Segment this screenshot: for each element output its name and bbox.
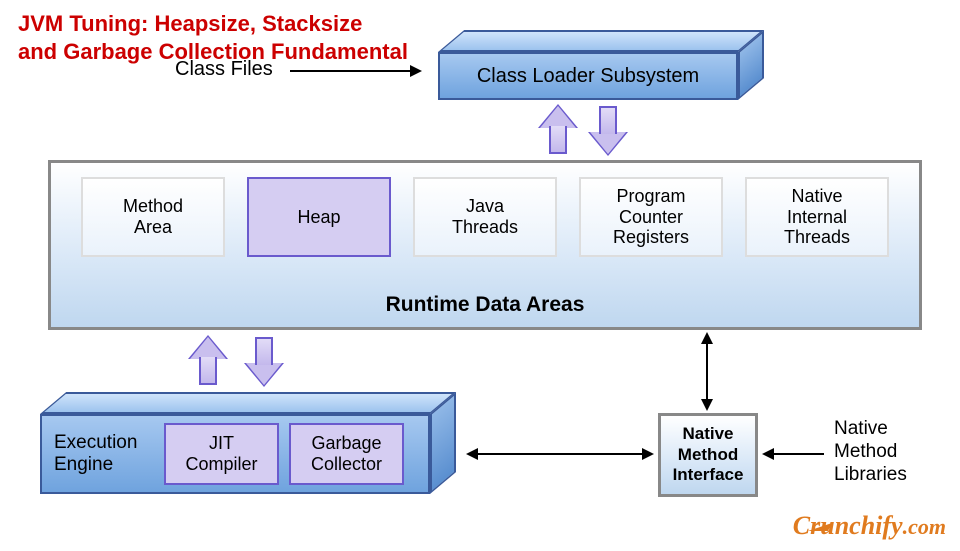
rda-heap: Heap <box>247 177 391 257</box>
execution-engine-label: Execution Engine <box>54 432 154 476</box>
rda-boxes-row: Method Area Heap Java Threads Program Co… <box>81 177 889 257</box>
class-loader-block: Class Loader Subsystem <box>438 30 764 100</box>
rda-java-threads: Java Threads <box>413 177 557 257</box>
fatarrow-rda-to-exec <box>246 337 282 385</box>
native-method-interface-box: Native Method Interface <box>658 413 758 497</box>
arrow-classfiles-to-loader <box>290 70 420 72</box>
brand-logo: Crunchify.com <box>793 511 946 541</box>
brand-name: Crunchify <box>793 511 903 540</box>
arrow-nml-to-nmi <box>764 453 824 455</box>
jit-compiler-box: JIT Compiler <box>164 423 279 485</box>
class-files-label: Class Files <box>175 57 273 81</box>
runtime-data-areas-panel: Method Area Heap Java Threads Program Co… <box>48 160 922 330</box>
fatarrow-exec-to-rda <box>190 337 226 385</box>
rda-title: Runtime Data Areas <box>51 293 919 317</box>
rda-pc-registers: Program Counter Registers <box>579 177 723 257</box>
title-line1: JVM Tuning: Heapsize, Stacksize <box>18 11 362 36</box>
garbage-collector-box: Garbage Collector <box>289 423 404 485</box>
arrow-exec-nmi <box>468 453 652 455</box>
rda-method-area: Method Area <box>81 177 225 257</box>
native-method-libraries-label: Native Method Libraries <box>834 418 907 486</box>
brand-suffix: .com <box>903 514 946 539</box>
rda-native-threads: Native Internal Threads <box>745 177 889 257</box>
class-loader-label: Class Loader Subsystem <box>477 65 699 88</box>
fatarrow-rda-to-loader <box>540 106 576 154</box>
fatarrow-loader-to-rda <box>590 106 626 154</box>
arrow-rda-nmi <box>706 334 708 409</box>
execution-engine-block: Execution Engine JIT Compiler Garbage Co… <box>40 392 456 494</box>
